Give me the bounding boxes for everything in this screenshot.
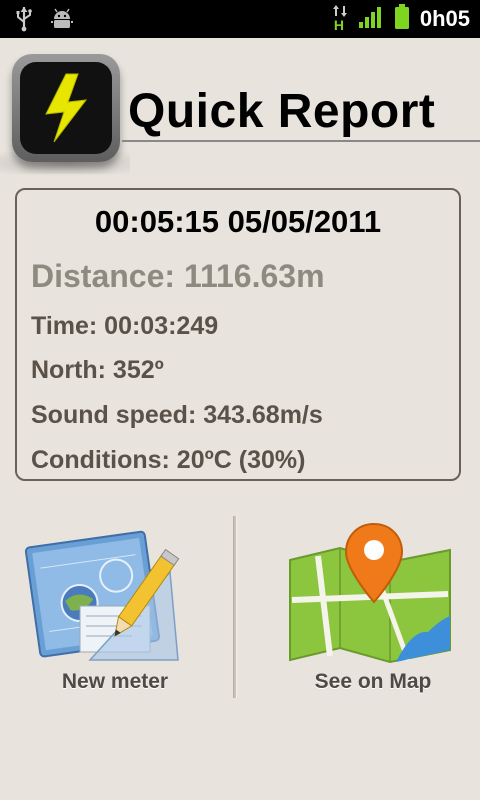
actions-divider — [233, 516, 237, 698]
app-logo — [12, 54, 120, 162]
see-on-map-label: See on Map — [314, 670, 432, 693]
report-card: 00:05:15 05/05/2011 Distance: 1116.63m T… — [15, 188, 461, 481]
title-underline — [122, 140, 480, 142]
new-meter-label: New meter — [61, 670, 169, 693]
android-debug-icon — [50, 7, 74, 35]
network-type-label: H — [333, 17, 344, 33]
clock: 0h05 — [419, 6, 470, 31]
data-arrows-icon: H — [332, 4, 348, 34]
battery-icon — [394, 4, 410, 34]
new-meter-button[interactable]: New meter — [20, 520, 210, 700]
report-timestamp: 00:05:15 05/05/2011 — [94, 204, 382, 239]
see-on-map-button[interactable]: See on Map — [278, 520, 468, 700]
usb-icon — [14, 6, 34, 36]
sound-speed-value: Sound speed: 343.68m/s — [31, 401, 323, 429]
status-bar: H 0h05 — [0, 0, 480, 38]
conditions-value: Conditions: 20ºC (30%) — [31, 446, 306, 474]
lightning-bolt-icon — [20, 73, 112, 158]
north-value: North: 352º — [31, 356, 164, 384]
app-header: Quick Report — [0, 40, 480, 180]
signal-icon — [358, 6, 384, 32]
distance-value: Distance: 1116.63m — [31, 258, 325, 294]
time-value: Time: 00:03:249 — [31, 312, 219, 340]
app-title: Quick Report — [128, 85, 436, 138]
